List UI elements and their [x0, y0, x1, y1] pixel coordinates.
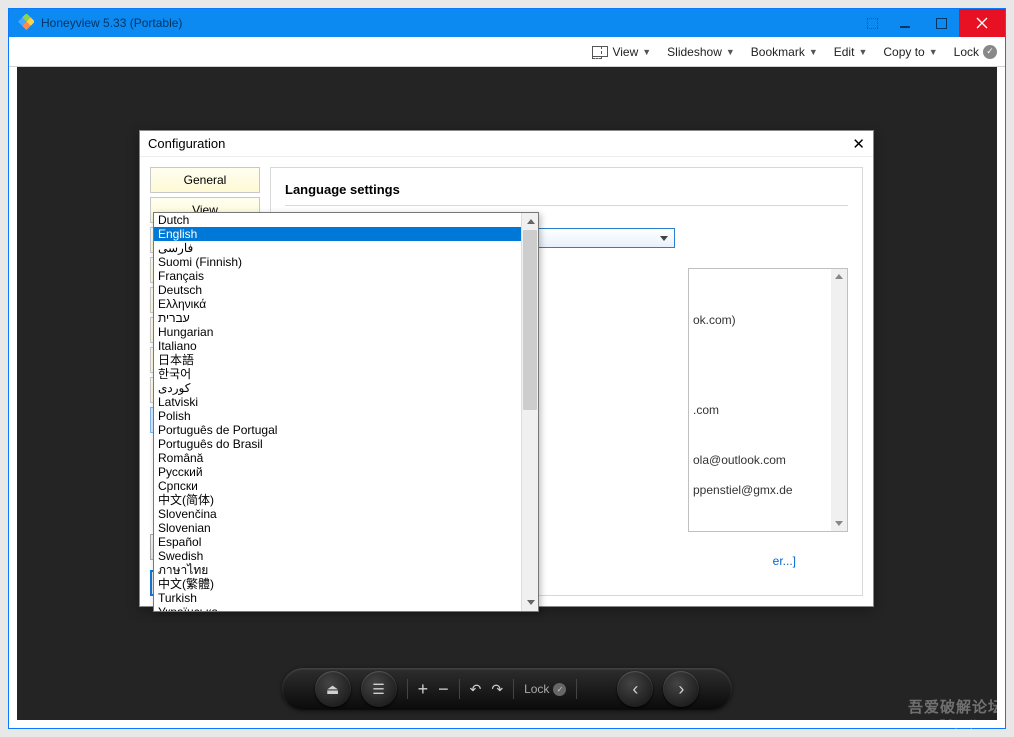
more-translator-link[interactable]: er...] — [773, 554, 796, 596]
scrollbar[interactable] — [831, 269, 847, 531]
chevron-down-icon: ▼ — [642, 47, 651, 57]
toolbar: View▼ Slideshow▼ Bookmark▼ Edit▼ Copy to… — [9, 37, 1005, 67]
language-option[interactable]: Português de Portugal — [154, 423, 521, 437]
zoom-in-button[interactable]: + — [418, 679, 429, 700]
language-option[interactable]: Dutch — [154, 213, 521, 227]
hamburger-icon: ☰ — [372, 681, 385, 698]
rotate-right-button[interactable]: ↷ — [491, 681, 503, 698]
language-option[interactable]: Italiano — [154, 339, 521, 353]
language-option[interactable]: 中文(简体) — [154, 493, 521, 507]
language-option[interactable]: Українська — [154, 605, 521, 611]
section-heading: Language settings — [285, 182, 848, 197]
chevron-down-icon: ▼ — [809, 47, 818, 57]
translator-info-box[interactable]: ok.com) .com ola@outlook.com ppenstiel@g… — [688, 268, 848, 532]
language-option[interactable]: Latviski — [154, 395, 521, 409]
divider — [513, 679, 514, 699]
fullscreen-button[interactable] — [857, 9, 887, 37]
eject-icon: ⏏ — [326, 681, 339, 698]
copyto-menu[interactable]: Copy to▼ — [883, 45, 937, 59]
language-option[interactable]: كوردى — [154, 381, 521, 395]
language-option[interactable]: English — [154, 227, 521, 241]
menu-button[interactable]: ☰ — [361, 671, 397, 707]
chevron-left-icon: ‹ — [632, 679, 638, 700]
rotate-left-button[interactable]: ↶ — [470, 681, 482, 698]
zoom-out-button[interactable]: − — [438, 679, 449, 700]
divider — [459, 679, 460, 699]
view-menu[interactable]: View▼ — [592, 45, 651, 59]
title-bar[interactable]: Honeyview 5.33 (Portable) — [9, 9, 1005, 37]
divider — [576, 679, 577, 699]
minimize-button[interactable] — [887, 9, 923, 37]
language-option[interactable]: Română — [154, 451, 521, 465]
bookmark-menu[interactable]: Bookmark▼ — [751, 45, 818, 59]
language-dropdown[interactable]: DutchEnglishفارسیSuomi (Finnish)Français… — [153, 212, 539, 612]
divider — [285, 205, 848, 206]
nav-general[interactable]: General — [150, 167, 260, 193]
dialog-titlebar[interactable]: Configuration ✕ — [140, 131, 873, 157]
language-option[interactable]: 日本語 — [154, 353, 521, 367]
language-option[interactable]: Polish — [154, 409, 521, 423]
bottom-control-bar: ⏏ ☰ + − ↶ ↷ Lock✓ ‹ › — [282, 668, 732, 710]
language-option[interactable]: Deutsch — [154, 283, 521, 297]
language-option[interactable]: Ελληνικά — [154, 297, 521, 311]
eject-button[interactable]: ⏏ — [315, 671, 351, 707]
language-option[interactable]: Српски — [154, 479, 521, 493]
app-icon — [15, 13, 35, 33]
lock-toggle[interactable]: Lock✓ — [954, 45, 997, 59]
language-option[interactable]: Suomi (Finnish) — [154, 255, 521, 269]
language-option[interactable]: Slovenčina — [154, 507, 521, 521]
window-controls — [857, 9, 1005, 37]
language-option[interactable]: 中文(繁體) — [154, 577, 521, 591]
scrollbar[interactable] — [521, 213, 538, 611]
chevron-down-icon: ▼ — [929, 47, 938, 57]
scrollbar-thumb[interactable] — [523, 230, 537, 410]
close-button[interactable] — [959, 9, 1005, 37]
watermark: 吾爱破解论坛 www.52pojie.cn — [907, 696, 1004, 731]
chevron-down-icon: ▼ — [858, 47, 867, 57]
language-option[interactable]: Turkish — [154, 591, 521, 605]
check-circle-icon: ✓ — [983, 45, 997, 59]
window-title: Honeyview 5.33 (Portable) — [41, 16, 857, 30]
language-option[interactable]: עברית — [154, 311, 521, 325]
dialog-title: Configuration — [148, 136, 225, 151]
edit-menu[interactable]: Edit▼ — [834, 45, 868, 59]
language-option[interactable]: فارسی — [154, 241, 521, 255]
language-option[interactable]: Português do Brasil — [154, 437, 521, 451]
language-option[interactable]: ภาษาไทย — [154, 563, 521, 577]
next-button[interactable]: › — [663, 671, 699, 707]
maximize-button[interactable] — [923, 9, 959, 37]
view-icon — [592, 46, 608, 57]
language-option[interactable]: Hungarian — [154, 325, 521, 339]
language-option[interactable]: Русский — [154, 465, 521, 479]
divider — [407, 679, 408, 699]
language-option[interactable]: Français — [154, 269, 521, 283]
language-option[interactable]: 한국어 — [154, 367, 521, 381]
check-circle-icon: ✓ — [553, 683, 566, 696]
language-option[interactable]: Slovenian — [154, 521, 521, 535]
language-option[interactable]: Español — [154, 535, 521, 549]
chevron-down-icon: ▼ — [726, 47, 735, 57]
dialog-close-button[interactable]: ✕ — [852, 135, 865, 153]
lock-toggle-bottom[interactable]: Lock✓ — [524, 682, 566, 696]
chevron-right-icon: › — [678, 679, 684, 700]
slideshow-menu[interactable]: Slideshow▼ — [667, 45, 735, 59]
prev-button[interactable]: ‹ — [617, 671, 653, 707]
language-option[interactable]: Swedish — [154, 549, 521, 563]
